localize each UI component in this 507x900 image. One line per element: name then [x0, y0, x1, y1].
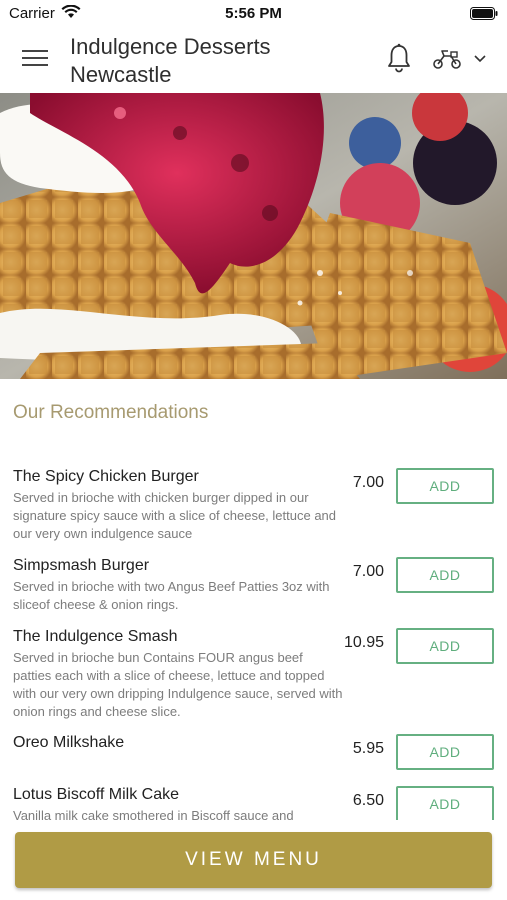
view-menu-button[interactable]: VIEW MENU — [15, 832, 492, 888]
bell-icon[interactable] — [386, 43, 412, 73]
add-button[interactable]: ADD — [396, 786, 494, 822]
add-button[interactable]: ADD — [396, 557, 494, 593]
item-description: Served in brioche with two Angus Beef Pa… — [13, 579, 330, 612]
battery-icon — [470, 7, 498, 20]
item-description: Served in brioche bun Contains FOUR angu… — [13, 650, 343, 719]
item-description: Served in brioche with chicken burger di… — [13, 490, 337, 541]
add-button[interactable]: ADD — [396, 734, 494, 770]
item-price: 7.00 — [352, 563, 384, 580]
status-bar: Carrier 5:56 PM — [0, 0, 507, 28]
item-name: The Indulgence Smash — [13, 628, 178, 645]
add-button[interactable]: ADD — [396, 628, 494, 664]
item-price: 6.50 — [352, 792, 384, 809]
waffle-dessert-photo — [0, 93, 507, 379]
item-name: The Spicy Chicken Burger — [13, 468, 199, 485]
section-title: Our Recommendations — [13, 402, 209, 423]
page-title: Indulgence Desserts Newcastle — [70, 34, 271, 87]
chevron-down-icon[interactable] — [474, 55, 486, 63]
item-name: Lotus Biscoff Milk Cake — [13, 786, 179, 803]
item-price: 5.95 — [352, 740, 384, 757]
menu-icon[interactable] — [22, 48, 48, 68]
hero-image — [0, 93, 507, 379]
add-button[interactable]: ADD — [396, 468, 494, 504]
item-price: 7.00 — [352, 474, 384, 491]
delivery-icon[interactable] — [432, 48, 462, 70]
item-name: Oreo Milkshake — [13, 734, 125, 751]
app-header: Indulgence Desserts Newcastle — [0, 28, 507, 93]
item-price: 10.95 — [343, 634, 384, 651]
status-time: 5:56 PM — [225, 5, 282, 22]
item-name: Simpsmash Burger — [13, 557, 150, 574]
